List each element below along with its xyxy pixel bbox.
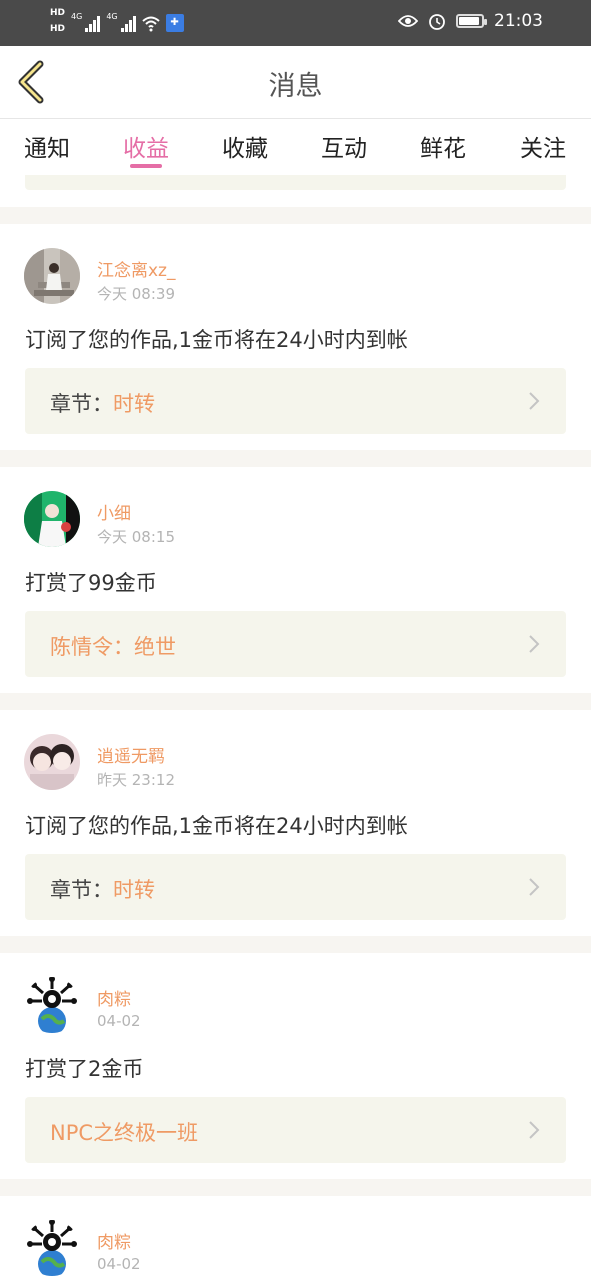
hd-indicator: HD HD bbox=[50, 8, 66, 34]
message-text: 订阅了您的作品,1金币将在24小时内到帐 bbox=[25, 814, 408, 838]
username[interactable]: 小细 bbox=[97, 499, 131, 524]
tab-flowers[interactable]: 鲜花 bbox=[408, 129, 478, 163]
user-avatar[interactable] bbox=[24, 734, 80, 790]
tab-interactions[interactable]: 互动 bbox=[309, 129, 379, 163]
message-time: 昨天 23:12 bbox=[97, 771, 175, 789]
tab-bar: 通知 收益 收藏 互动 鲜花 关注 bbox=[0, 119, 591, 175]
alarm-icon bbox=[429, 14, 445, 30]
message-time: 04-02 bbox=[97, 1012, 141, 1030]
message-time: 04-02 bbox=[97, 1255, 141, 1273]
reference-label: 章节：时转 bbox=[50, 878, 155, 902]
battery-icon bbox=[456, 14, 487, 28]
chevron-right-icon bbox=[529, 635, 540, 653]
tab-following[interactable]: 关注 bbox=[508, 129, 578, 163]
status-right: 21:03 bbox=[398, 11, 543, 31]
user-avatar[interactable] bbox=[24, 1220, 80, 1276]
message-text: 打赏了2金币 bbox=[25, 1057, 144, 1081]
user-avatar[interactable] bbox=[24, 248, 80, 304]
message-card-partial bbox=[0, 175, 591, 207]
tab-notifications[interactable]: 通知 bbox=[12, 129, 82, 163]
user-avatar[interactable] bbox=[24, 977, 80, 1033]
status-bar: HD HD 4G 4G ✚ 21:03 bbox=[0, 0, 591, 46]
navigation-bar: 消息 bbox=[0, 46, 591, 119]
username[interactable]: 肉粽 bbox=[97, 985, 131, 1010]
wifi-icon bbox=[141, 16, 160, 32]
signal-1: 4G bbox=[71, 8, 101, 32]
clock: 21:03 bbox=[494, 11, 543, 31]
reference-box[interactable]: 章节：时转 bbox=[25, 854, 566, 920]
status-left: HD HD 4G 4G ✚ bbox=[50, 8, 184, 40]
message-card: 江念离xz_ 今天 08:39 订阅了您的作品,1金币将在24小时内到帐 章节：… bbox=[0, 224, 591, 450]
message-card: 逍遥无羁 昨天 23:12 订阅了您的作品,1金币将在24小时内到帐 章节：时转 bbox=[0, 710, 591, 936]
signal-icon bbox=[120, 14, 136, 32]
message-card: 肉粽 04-02 bbox=[0, 1196, 591, 1280]
user-avatar[interactable] bbox=[24, 491, 80, 547]
message-time: 今天 08:39 bbox=[97, 285, 175, 303]
chevron-right-icon bbox=[529, 392, 540, 410]
page-title: 消息 bbox=[268, 71, 323, 102]
reference-box[interactable]: 章节：时转 bbox=[25, 368, 566, 434]
eye-comfort-icon bbox=[398, 15, 418, 27]
message-card: 小细 今天 08:15 打赏了99金币 陈情令：绝世 bbox=[0, 467, 591, 693]
tab-earnings[interactable]: 收益 bbox=[111, 129, 181, 163]
chevron-right-icon bbox=[529, 1121, 540, 1139]
username[interactable]: 肉粽 bbox=[97, 1228, 131, 1253]
message-card: 肉粽 04-02 打赏了2金币 NPC之终极一班 bbox=[0, 953, 591, 1179]
reference-label: 章节：时转 bbox=[50, 392, 155, 416]
message-text: 订阅了您的作品,1金币将在24小时内到帐 bbox=[25, 328, 408, 352]
message-text: 打赏了99金币 bbox=[25, 571, 157, 595]
reference-box[interactable]: NPC之终极一班 bbox=[25, 1097, 566, 1163]
app-notification-icon: ✚ bbox=[165, 14, 184, 32]
signal-2: 4G bbox=[106, 8, 136, 32]
chevron-right-icon bbox=[529, 878, 540, 896]
reference-box[interactable] bbox=[25, 175, 566, 190]
message-time: 今天 08:15 bbox=[97, 528, 175, 546]
username[interactable]: 江念离xz_ bbox=[97, 256, 175, 281]
reference-label: NPC之终极一班 bbox=[50, 1121, 199, 1145]
active-tab-indicator bbox=[130, 164, 162, 168]
tab-favorites[interactable]: 收藏 bbox=[210, 129, 280, 163]
reference-box[interactable]: 陈情令：绝世 bbox=[25, 611, 566, 677]
reference-label: 陈情令：绝世 bbox=[50, 635, 176, 659]
username[interactable]: 逍遥无羁 bbox=[97, 742, 165, 767]
signal-icon bbox=[85, 14, 101, 32]
